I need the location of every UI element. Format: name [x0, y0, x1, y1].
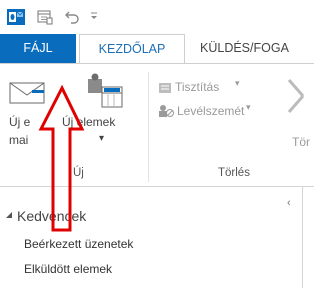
group-label-new: Új: [73, 167, 84, 179]
folder-inbox[interactable]: Beérkezett üzenetek: [24, 237, 133, 251]
pane-divider[interactable]: [302, 187, 303, 288]
cleanup-dropdown-icon[interactable]: ▾: [235, 78, 240, 89]
group-label-delete: Törlés: [218, 167, 250, 179]
ribbon: Új e mai Új elemek ▾ Új Tisztítás ▾ Levé…: [0, 64, 314, 186]
navigation-pane: ‹ Kedvencek Beérkezett üzenetek Elküldöt…: [0, 187, 314, 288]
customize-toolbar-icon[interactable]: [89, 11, 99, 21]
new-items-button[interactable]: Új elemek: [62, 115, 115, 129]
junk-button[interactable]: Levélszemét: [177, 104, 244, 118]
undo-icon[interactable]: [64, 8, 80, 24]
new-items-icon: [88, 73, 123, 108]
new-email-button-line2[interactable]: mai: [9, 133, 28, 147]
favorites-header[interactable]: Kedvencek: [17, 208, 86, 224]
expand-triangle-icon[interactable]: [6, 212, 12, 218]
delete-button[interactable]: Tör: [292, 135, 310, 149]
tab-file[interactable]: FÁJL: [0, 34, 76, 63]
junk-icon: [159, 105, 174, 117]
outlook-logo-icon: [7, 9, 25, 25]
delete-icon: [287, 79, 305, 113]
group-separator: [148, 72, 149, 182]
cleanup-button[interactable]: Tisztítás: [175, 80, 219, 94]
junk-dropdown-icon[interactable]: ▾: [246, 102, 251, 113]
ribbon-tabs: FÁJL KEZDŐLAP KÜLDÉS/FOGA: [0, 34, 314, 64]
quick-access-toolbar: [0, 0, 314, 34]
cleanup-icon: [159, 83, 171, 93]
tab-send-receive[interactable]: KÜLDÉS/FOGA: [200, 34, 289, 63]
tab-home[interactable]: KEZDŐLAP: [79, 34, 185, 64]
send-receive-all-folders-icon[interactable]: [36, 8, 54, 26]
folder-sent-items[interactable]: Elküldött elemek: [24, 262, 112, 276]
new-email-icon: [9, 82, 45, 104]
new-items-chevron-icon[interactable]: ▾: [99, 133, 104, 144]
collapse-pane-icon[interactable]: ‹: [287, 197, 291, 209]
new-email-button[interactable]: Új e: [9, 115, 30, 129]
